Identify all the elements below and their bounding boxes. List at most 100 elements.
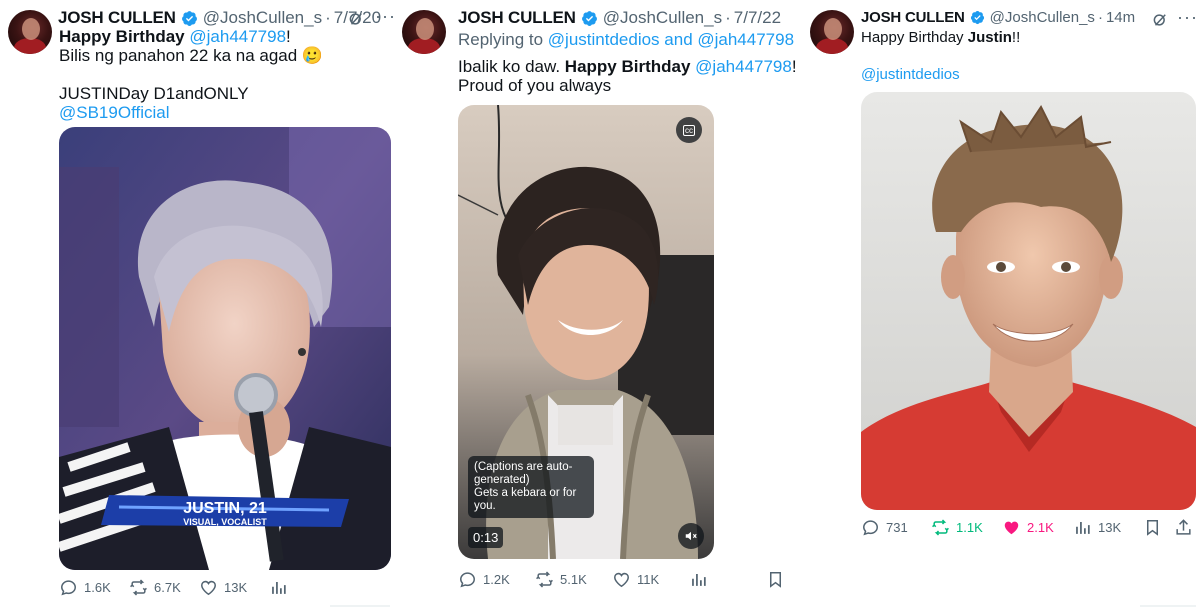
- author-name[interactable]: JOSH CULLEN: [861, 9, 965, 26]
- repost-count: 5.1K: [560, 571, 587, 587]
- lower-third-role: VISUAL, VOCALIST: [183, 517, 267, 527]
- text-line: Bilis ng panahon 22 ka na agad 🥲: [59, 46, 324, 65]
- photo-portrait: [861, 92, 1196, 510]
- share-icon: [1176, 518, 1191, 535]
- views-button[interactable]: 13K: [1073, 518, 1121, 537]
- views-button[interactable]: [689, 570, 708, 589]
- timestamp[interactable]: 14m: [1106, 9, 1135, 26]
- cc-label: cc: [683, 124, 695, 136]
- views-icon: [1076, 521, 1090, 534]
- tweet-image[interactable]: [861, 92, 1196, 510]
- share-button[interactable]: [1174, 518, 1193, 537]
- auto-captions: (Captions are auto- generated) Gets a ke…: [468, 456, 594, 518]
- tweet-2[interactable]: JOSH CULLEN @JoshCullen_s · 7/7/22 Reply…: [398, 0, 800, 607]
- text-line: Proud of you always: [458, 76, 612, 95]
- tweet-text: Happy Birthday @jah447798! Bilis ng pana…: [59, 27, 323, 122]
- separator-dot: ·: [325, 8, 331, 27]
- like-filled-icon: [1004, 521, 1019, 534]
- text-line: JUSTINDay D1andONLY: [59, 84, 249, 103]
- more-icon[interactable]: ···: [1177, 7, 1198, 28]
- timestamp[interactable]: 7/7/22: [734, 8, 781, 28]
- tweet-image[interactable]: JUSTIN, 21 VISUAL, VOCALIST: [59, 127, 391, 570]
- cc-icon[interactable]: cc: [676, 117, 702, 143]
- caption-line: you.: [474, 500, 496, 512]
- like-button[interactable]: 2.1K: [1002, 518, 1054, 537]
- repost-icon: [536, 570, 553, 588]
- repost-icon: [130, 578, 147, 596]
- reply-button[interactable]: 1.2K: [458, 570, 510, 589]
- verified-badge-icon: [181, 10, 197, 26]
- reply-count: 731: [886, 519, 908, 535]
- avatar[interactable]: [402, 10, 446, 54]
- tweet-text: Replying to @justintdedios and @jah44779…: [458, 30, 797, 95]
- mention-link[interactable]: @jah447798: [189, 27, 286, 46]
- mention-link[interactable]: @SB19Official: [59, 103, 323, 122]
- text-bold: Happy Birthday: [564, 57, 691, 76]
- author-name[interactable]: JOSH CULLEN: [458, 8, 576, 28]
- replying-to-link[interactable]: @justintdedios and @jah447798: [548, 30, 794, 49]
- text-punct: !: [791, 57, 797, 76]
- bookmark-button[interactable]: [766, 570, 785, 589]
- bookmark-icon: [1146, 519, 1159, 536]
- grok-icon[interactable]: [1151, 11, 1169, 29]
- repost-count: 1.1K: [956, 519, 983, 535]
- bookmark-icon: [769, 571, 782, 588]
- replying-prefix: Replying to: [458, 30, 544, 49]
- avatar[interactable]: [810, 10, 854, 54]
- views-button[interactable]: [269, 578, 288, 597]
- replying-line: Replying to @justintdedios and @jah44779…: [458, 30, 797, 49]
- action-bar: 1.2K 5.1K 11K: [458, 569, 788, 589]
- like-count: 11K: [637, 571, 660, 587]
- text-bold: Justin: [967, 29, 1012, 46]
- reply-icon: [61, 579, 76, 595]
- caption-line: Gets a kebara or for: [474, 487, 577, 499]
- tweet-text: Happy Birthday Justin!! @justintdedios: [861, 29, 1020, 84]
- verified-badge-icon: [970, 10, 984, 25]
- reply-icon: [863, 519, 878, 535]
- tweet-video[interactable]: cc (Captions are auto- generated) Gets a…: [458, 105, 714, 559]
- text-start: Happy Birthday: [861, 29, 964, 46]
- views-icon: [692, 573, 706, 586]
- author-handle[interactable]: @JoshCullen_s: [603, 8, 722, 28]
- reply-count: 1.6K: [84, 579, 111, 595]
- tweet-header: JOSH CULLEN @JoshCullen_s · 7/7/22: [458, 8, 781, 28]
- lower-third-name: JUSTIN, 21: [183, 500, 267, 517]
- author-name[interactable]: JOSH CULLEN: [58, 8, 176, 28]
- author-handle[interactable]: @JoshCullen_s: [990, 9, 1095, 26]
- mention-link[interactable]: @justintdedios: [861, 66, 1020, 84]
- photo-singer: JUSTIN, 21 VISUAL, VOCALIST: [59, 127, 391, 570]
- mute-icon[interactable]: [678, 523, 704, 549]
- tweet-1[interactable]: JOSH CULLEN @JoshCullen_s · 7/7/20 ··· H…: [0, 0, 398, 607]
- reply-button[interactable]: 1.6K: [59, 578, 111, 597]
- caption-line: generated): [474, 474, 530, 486]
- like-icon: [614, 572, 629, 587]
- views-count: 13K: [1098, 519, 1122, 535]
- reply-icon: [460, 571, 475, 587]
- like-count: 13K: [224, 579, 248, 595]
- avatar[interactable]: [8, 10, 52, 54]
- separator-dot: ·: [725, 8, 731, 27]
- views-icon: [272, 581, 286, 594]
- like-button[interactable]: 13K: [199, 578, 247, 597]
- repost-count: 6.7K: [154, 579, 181, 595]
- text-punct: !!: [1011, 29, 1021, 46]
- reply-button[interactable]: 731: [861, 518, 908, 537]
- action-bar: 1.6K 6.7K 13K: [59, 577, 391, 597]
- reply-count: 1.2K: [483, 571, 510, 587]
- action-bar: 731 1.1K 2.1K 13K: [861, 517, 1196, 537]
- author-handle[interactable]: @JoshCullen_s: [203, 8, 322, 28]
- repost-button[interactable]: 6.7K: [129, 578, 181, 597]
- grok-icon[interactable]: [347, 10, 365, 28]
- repost-button[interactable]: 5.1K: [535, 570, 587, 589]
- verified-badge-icon: [581, 10, 597, 26]
- more-icon[interactable]: ···: [375, 6, 396, 27]
- caption-line: (Captions are auto-: [474, 461, 573, 473]
- tweet-header: JOSH CULLEN @JoshCullen_s · 14m: [861, 9, 1135, 26]
- mention-link[interactable]: @jah447798: [695, 57, 792, 76]
- text-punct: !: [286, 27, 291, 46]
- tweet-3[interactable]: JOSH CULLEN @JoshCullen_s · 14m ··· Happ…: [800, 0, 1200, 607]
- separator-dot: ·: [1097, 9, 1103, 26]
- repost-button[interactable]: 1.1K: [931, 518, 983, 537]
- bookmark-button[interactable]: [1143, 518, 1162, 537]
- like-button[interactable]: 11K: [612, 570, 659, 589]
